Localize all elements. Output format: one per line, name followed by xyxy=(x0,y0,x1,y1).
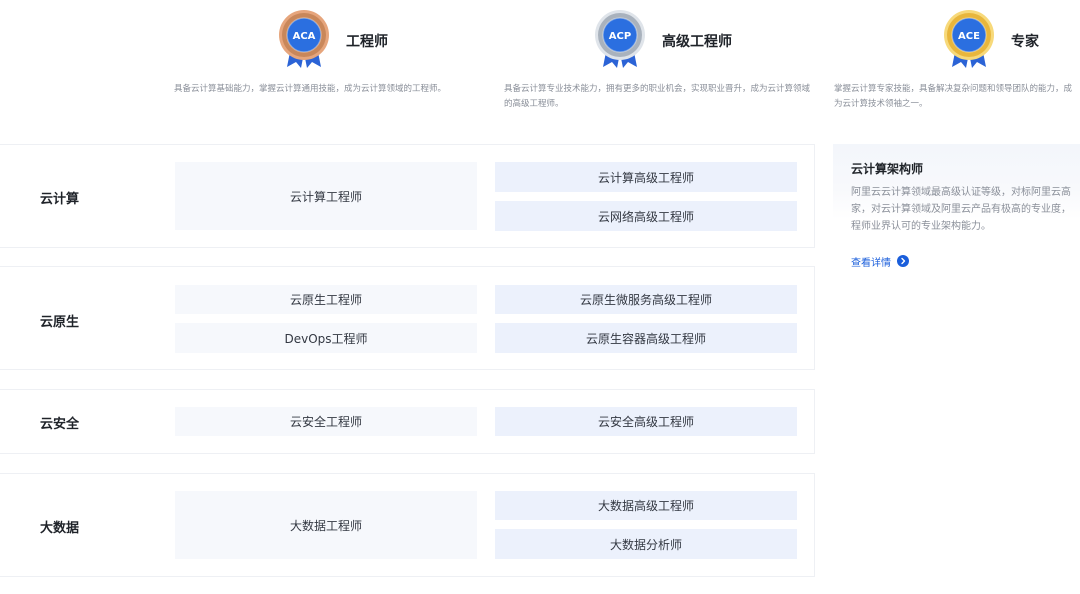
chevron-right-icon xyxy=(897,255,909,267)
cert-cloud-native-container-senior[interactable]: 云原生容器高级工程师 xyxy=(495,323,797,353)
cert-big-data-analyst[interactable]: 大数据分析师 xyxy=(495,529,797,559)
level-title-expert: 专家 xyxy=(1011,34,1039,50)
expert-desc-line: 程师业界认可的专业架构能力。 xyxy=(851,221,991,232)
view-details-label: 查看详情 xyxy=(851,257,891,269)
cert-cloud-senior-engineer[interactable]: 云计算高级工程师 xyxy=(495,162,797,192)
track-name: 云计算 xyxy=(40,192,80,207)
track-row-cloud-native xyxy=(0,266,815,370)
level-desc-senior: 具备云计算专业技术能力，拥有更多的职业机会，实现职业晋升，成为云计算领域的高级工… xyxy=(504,84,811,109)
ace-medal-icon: ACE xyxy=(942,9,996,71)
cert-cloud-security-senior[interactable]: 云安全高级工程师 xyxy=(495,407,797,436)
cert-cloud-engineer[interactable]: 云计算工程师 xyxy=(175,162,477,230)
expert-card-description: 阿里云云计算领域最高级认证等级，对标阿里云高 家，对云计算领域及阿里云产品有极高… xyxy=(851,184,1080,235)
cert-cloud-security-engineer[interactable]: 云安全工程师 xyxy=(175,407,477,436)
level-title-senior: 高级工程师 xyxy=(662,34,732,50)
cert-big-data-senior[interactable]: 大数据高级工程师 xyxy=(495,491,797,520)
cert-cloud-native-engineer[interactable]: 云原生工程师 xyxy=(175,285,477,314)
level-desc-expert: 掌握云计算专家技能，具备解决复杂问题和领导团队的能力，成为云计算技术领袖之一。 xyxy=(834,84,1073,109)
cert-devops-engineer[interactable]: DevOps工程师 xyxy=(175,323,477,353)
aca-medal-icon: ACA xyxy=(277,9,331,71)
level-title-engineer: 工程师 xyxy=(346,34,388,50)
acp-medal-icon: ACP xyxy=(593,9,647,71)
expert-desc-line: 阿里云云计算领域最高级认证等级，对标阿里云高 xyxy=(851,187,1071,198)
aca-badge-label: ACA xyxy=(293,31,316,42)
track-name: 大数据 xyxy=(40,521,80,536)
cert-cloud-native-microservice-senior[interactable]: 云原生微服务高级工程师 xyxy=(495,285,797,314)
cert-big-data-engineer[interactable]: 大数据工程师 xyxy=(175,491,477,559)
ace-badge-label: ACE xyxy=(958,31,980,42)
view-details-link[interactable]: 查看详情 xyxy=(851,253,909,269)
acp-badge-label: ACP xyxy=(609,31,631,42)
level-desc-engineer: 具备云计算基础能力，掌握云计算通用技能，成为云计算领域的工程师。 xyxy=(174,84,447,94)
track-name: 云安全 xyxy=(40,417,80,432)
cert-cloud-network-senior-engineer[interactable]: 云网络高级工程师 xyxy=(495,201,797,231)
track-name: 云原生 xyxy=(40,315,80,330)
expert-card-title: 云计算架构师 xyxy=(851,162,924,176)
expert-desc-line: 家，对云计算领域及阿里云产品有极高的专业度， xyxy=(851,204,1071,215)
